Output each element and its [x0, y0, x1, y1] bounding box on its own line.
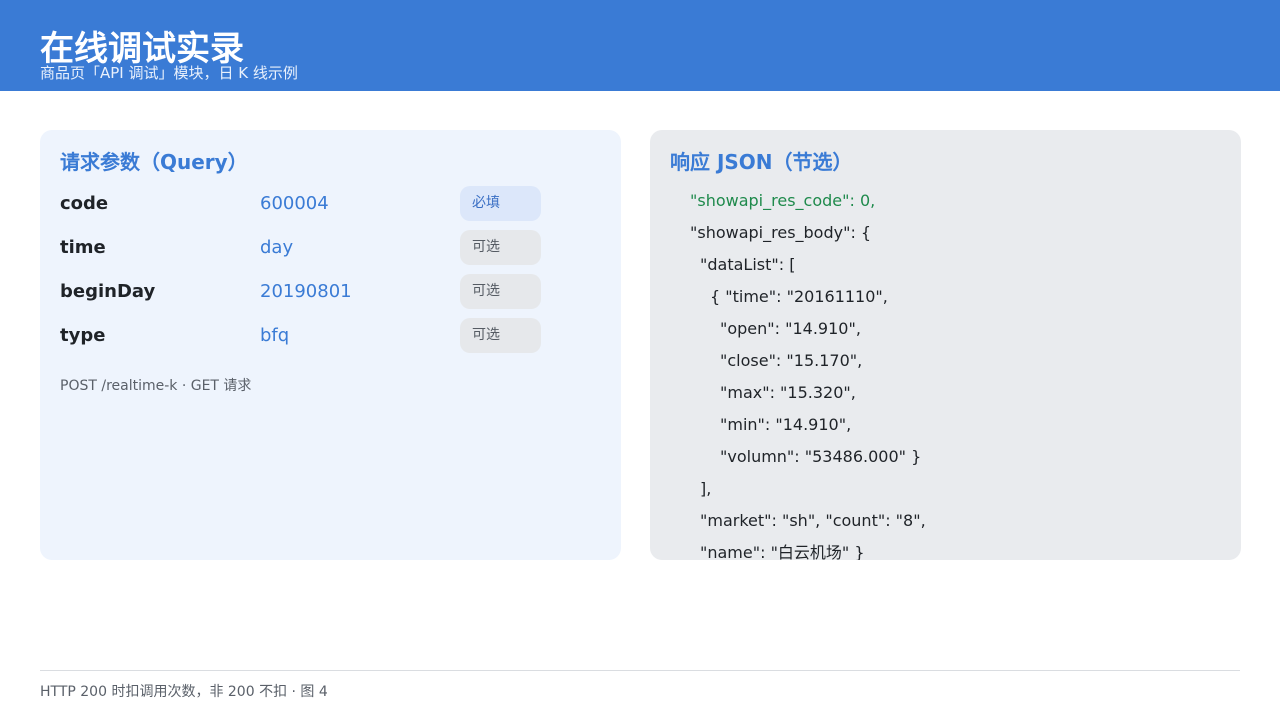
- param-row-type: type bfq 可选: [60, 318, 580, 354]
- json-line: "showapi_res_code": 0,: [690, 191, 876, 210]
- param-value: 600004: [260, 193, 329, 214]
- response-json-panel: 响应 JSON（节选） "showapi_res_code": 0, "show…: [650, 130, 1241, 560]
- optional-badge: 可选: [460, 230, 541, 265]
- param-key: beginDay: [60, 281, 156, 302]
- param-key: type: [60, 325, 106, 346]
- json-line: { "time": "20161110",: [710, 287, 888, 306]
- endpoint-note: POST /realtime-k · GET 请求: [60, 378, 252, 394]
- param-key: code: [60, 193, 109, 214]
- required-badge: 必填: [460, 186, 541, 221]
- param-row-beginday: beginDay 20190801 可选: [60, 274, 580, 310]
- param-value: bfq: [260, 325, 290, 346]
- footer-note: HTTP 200 时扣调用次数，非 200 不扣 · 图 4: [40, 684, 328, 700]
- json-line: "max": "15.320",: [720, 383, 856, 402]
- json-line: "showapi_res_body": {: [690, 223, 872, 242]
- param-row-code: code 600004 必填: [60, 186, 580, 222]
- json-line: "open": "14.910",: [720, 319, 861, 338]
- param-row-time: time day 可选: [60, 230, 580, 266]
- param-value: 20190801: [260, 281, 352, 302]
- json-line: ],: [700, 479, 712, 498]
- optional-badge: 可选: [460, 318, 541, 353]
- response-panel-title: 响应 JSON（节选）: [670, 150, 853, 174]
- json-line: "close": "15.170",: [720, 351, 863, 370]
- request-params-panel: 请求参数（Query） code 600004 必填 time day 可选 b…: [40, 130, 621, 560]
- header-bar: 在线调试实录 商品页「API 调试」模块，日 K 线示例: [0, 0, 1280, 91]
- optional-badge: 可选: [460, 274, 541, 309]
- param-key: time: [60, 237, 106, 258]
- param-value: day: [260, 237, 294, 258]
- json-line: "volumn": "53486.000" }: [720, 447, 922, 466]
- request-panel-title: 请求参数（Query）: [60, 150, 248, 174]
- json-line: "dataList": [: [700, 255, 796, 274]
- json-line: "min": "14.910",: [720, 415, 852, 434]
- json-line: "name": "白云机场" }: [700, 543, 865, 560]
- page-subtitle: 商品页「API 调试」模块，日 K 线示例: [40, 64, 298, 82]
- json-line: "market": "sh", "count": "8",: [700, 511, 926, 530]
- footer-divider: [40, 670, 1240, 671]
